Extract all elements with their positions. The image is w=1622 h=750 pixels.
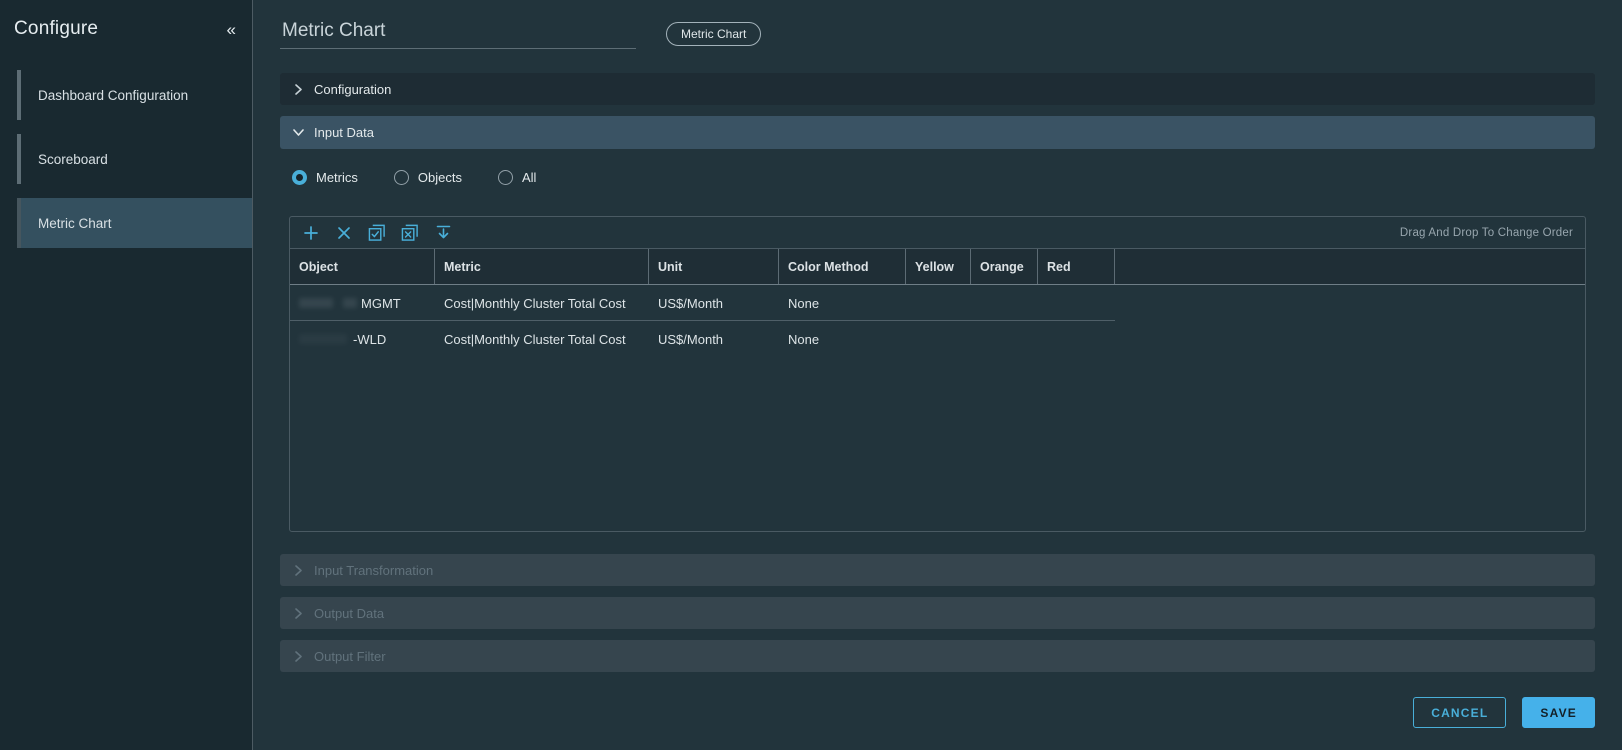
redacted-text: [299, 298, 333, 308]
chevron-right-icon: [292, 607, 304, 619]
cell-orange: [971, 321, 1038, 357]
deselect-all-icon[interactable]: [401, 224, 419, 242]
cell-filler: [1115, 321, 1585, 357]
cell-color-method: None: [788, 331, 820, 347]
redacted-text: [299, 334, 347, 344]
redacted-text: [343, 298, 357, 308]
remove-icon[interactable]: [335, 224, 353, 242]
column-header-orange: Orange: [971, 249, 1038, 284]
add-icon[interactable]: [302, 224, 320, 242]
save-button[interactable]: SAVE: [1522, 697, 1595, 728]
column-header-yellow: Yellow: [906, 249, 971, 284]
section-output-data: Output Data: [280, 597, 1595, 629]
chevron-right-icon: [292, 83, 304, 95]
column-header-color-method: Color Method: [779, 249, 906, 284]
select-all-icon[interactable]: [368, 224, 386, 242]
cell-yellow: [906, 321, 971, 357]
sidebar-item-dashboard-configuration[interactable]: Dashboard Configuration: [17, 70, 252, 120]
cell-object: MGMT: [290, 285, 435, 321]
widget-config-panel: Metric Chart Configuration Input Data Me…: [253, 0, 1622, 750]
radio-metrics[interactable]: Metrics: [292, 169, 358, 185]
cell-metric: Cost|Monthly Cluster Total Cost: [444, 295, 626, 311]
grid-toolbar: Drag And Drop To Change Order: [290, 217, 1585, 249]
radio-unselected-icon: [393, 169, 409, 185]
sidebar-item-label: Metric Chart: [38, 215, 112, 231]
configure-sidebar: Configure « Dashboard Configuration Scor…: [0, 0, 253, 750]
radio-objects[interactable]: Objects: [393, 169, 462, 185]
section-label: Output Data: [314, 605, 385, 621]
cell-filler: [1115, 285, 1585, 321]
sidebar-title: Configure: [14, 18, 99, 39]
input-data-mode-radios: Metrics Objects All: [292, 165, 1595, 189]
radio-all[interactable]: All: [497, 169, 536, 185]
metrics-data-grid: Drag And Drop To Change Order Object Met…: [289, 216, 1586, 532]
section-configuration[interactable]: Configuration: [280, 73, 1595, 105]
sidebar-item-label: Scoreboard: [38, 151, 108, 167]
grid-empty-area: [290, 357, 1585, 531]
section-label: Configuration: [314, 81, 392, 97]
cell-orange: [971, 285, 1038, 321]
column-header-unit: Unit: [649, 249, 779, 284]
table-row[interactable]: MGMT Cost|Monthly Cluster Total Cost US$…: [290, 285, 1585, 321]
section-input-transformation: Input Transformation: [280, 554, 1595, 586]
cell-yellow: [906, 285, 971, 321]
radio-selected-icon: [292, 169, 307, 185]
cell-red: [1038, 321, 1115, 357]
section-label: Input Transformation: [314, 562, 434, 578]
section-output-filter: Output Filter: [280, 640, 1595, 672]
column-header-red: Red: [1038, 249, 1115, 284]
column-header-metric: Metric: [435, 249, 649, 284]
collapse-sidebar-icon[interactable]: «: [227, 21, 236, 38]
sidebar-item-metric-chart[interactable]: Metric Chart: [17, 198, 252, 248]
cell-unit: US$/Month: [658, 295, 724, 311]
table-row[interactable]: -WLD Cost|Monthly Cluster Total Cost US$…: [290, 321, 1585, 357]
cell-object: -WLD: [290, 321, 435, 357]
section-label: Output Filter: [314, 648, 386, 664]
move-to-bottom-icon[interactable]: [434, 224, 452, 242]
chevron-right-icon: [292, 564, 304, 576]
radio-unselected-icon: [497, 169, 513, 185]
section-input-data[interactable]: Input Data: [280, 116, 1595, 149]
cell-color-method: None: [788, 295, 820, 311]
sidebar-item-scoreboard[interactable]: Scoreboard: [17, 134, 252, 184]
chevron-down-icon: [292, 129, 304, 136]
chevron-right-icon: [292, 650, 304, 662]
column-header-filler: [1115, 249, 1585, 284]
section-label: Input Data: [314, 125, 374, 140]
sidebar-item-label: Dashboard Configuration: [38, 87, 189, 103]
drag-drop-hint: Drag And Drop To Change Order: [1399, 226, 1573, 239]
sidebar-header: Configure «: [0, 18, 252, 40]
page-header: Metric Chart: [280, 20, 1595, 49]
cell-red: [1038, 285, 1115, 321]
widget-title-input[interactable]: [280, 20, 636, 49]
cancel-button[interactable]: CANCEL: [1413, 697, 1507, 728]
cell-unit: US$/Month: [658, 331, 724, 347]
cell-metric: Cost|Monthly Cluster Total Cost: [444, 331, 626, 347]
footer-actions: CANCEL SAVE: [280, 697, 1595, 728]
grid-header-row: Object Metric Unit Color Method Yellow O…: [290, 249, 1585, 285]
column-header-object: Object: [290, 249, 435, 284]
widget-type-badge: Metric Chart: [666, 22, 762, 46]
